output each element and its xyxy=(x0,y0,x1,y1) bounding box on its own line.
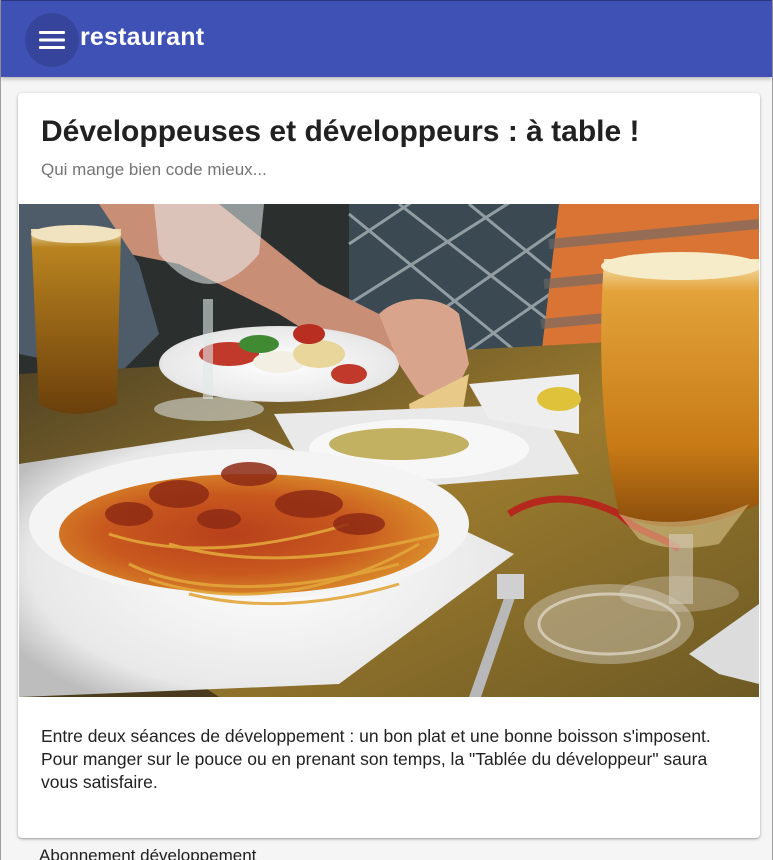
hamburger-menu-icon xyxy=(39,31,65,49)
restaurant-card: Développeuses et développeurs : à table … xyxy=(18,93,760,838)
app-bar: restaurant xyxy=(1,0,772,77)
menu-button[interactable] xyxy=(25,13,79,67)
partially-hidden-text: Abonnement développement xyxy=(39,846,257,860)
card-description-line-1: Entre deux séances de développement : un… xyxy=(41,726,711,746)
app-title: restaurant xyxy=(80,23,205,51)
card-subtitle: Qui mange bien code mieux... xyxy=(41,160,267,179)
card-description-line-2: Pour manger sur le pouce ou en prenant s… xyxy=(41,749,708,792)
card-image xyxy=(19,204,759,697)
card-description: Entre deux séances de développement : un… xyxy=(41,725,741,794)
restaurant-photo xyxy=(19,204,759,697)
card-title: Développeuses et développeurs : à table … xyxy=(41,115,640,148)
